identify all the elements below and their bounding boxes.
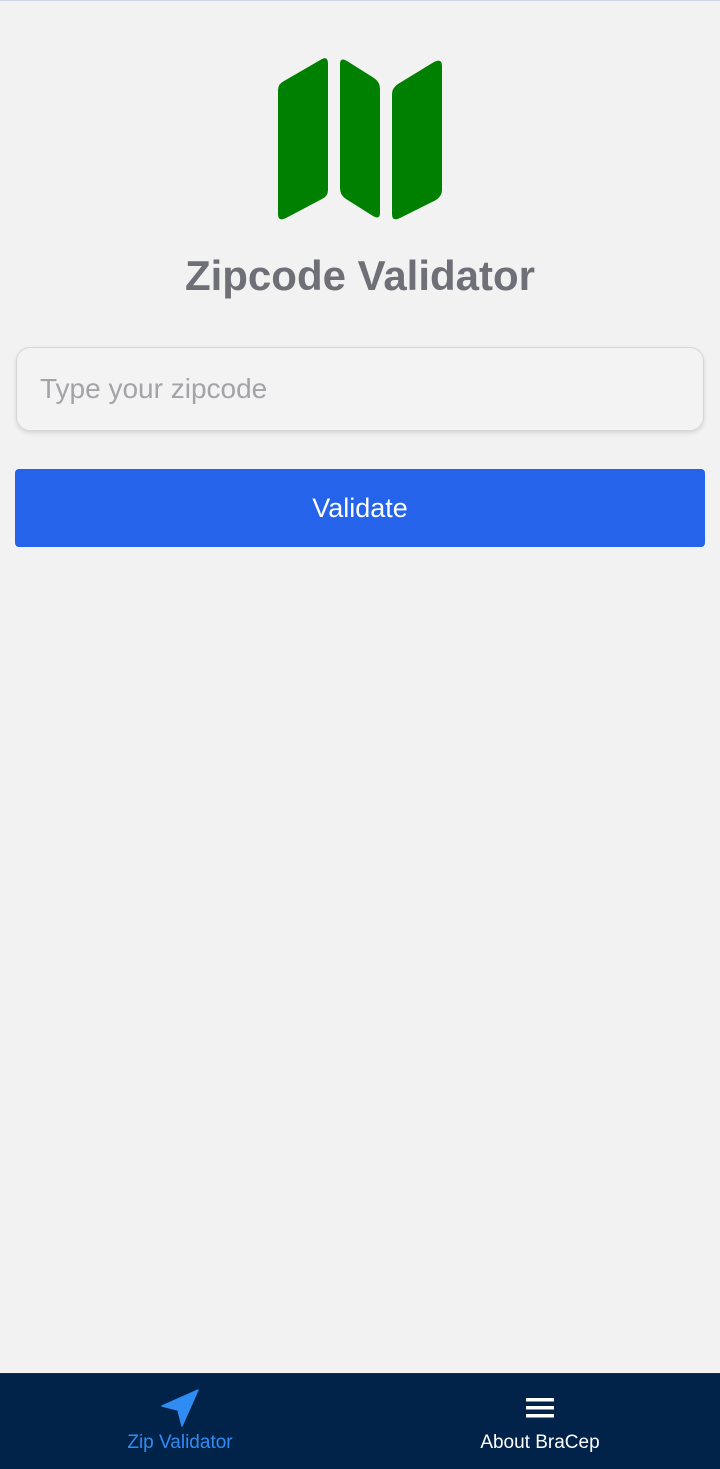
- tab-label: About BraCep: [480, 1432, 600, 1453]
- zipcode-input[interactable]: [16, 347, 704, 431]
- navigation-arrow-icon: [161, 1389, 199, 1427]
- folded-map-icon: [278, 58, 442, 220]
- tab-label: Zip Validator: [127, 1432, 233, 1453]
- tab-zip-validator[interactable]: Zip Validator: [0, 1374, 360, 1469]
- validate-button[interactable]: Validate: [15, 469, 705, 547]
- page-title: Zipcode Validator: [184, 252, 536, 299]
- top-divider: [0, 0, 720, 1]
- tab-about-bracep[interactable]: About BraCep: [360, 1374, 720, 1469]
- menu-icon: [526, 1398, 554, 1418]
- bottom-tab-bar: Zip Validator About BraCep: [0, 1373, 720, 1469]
